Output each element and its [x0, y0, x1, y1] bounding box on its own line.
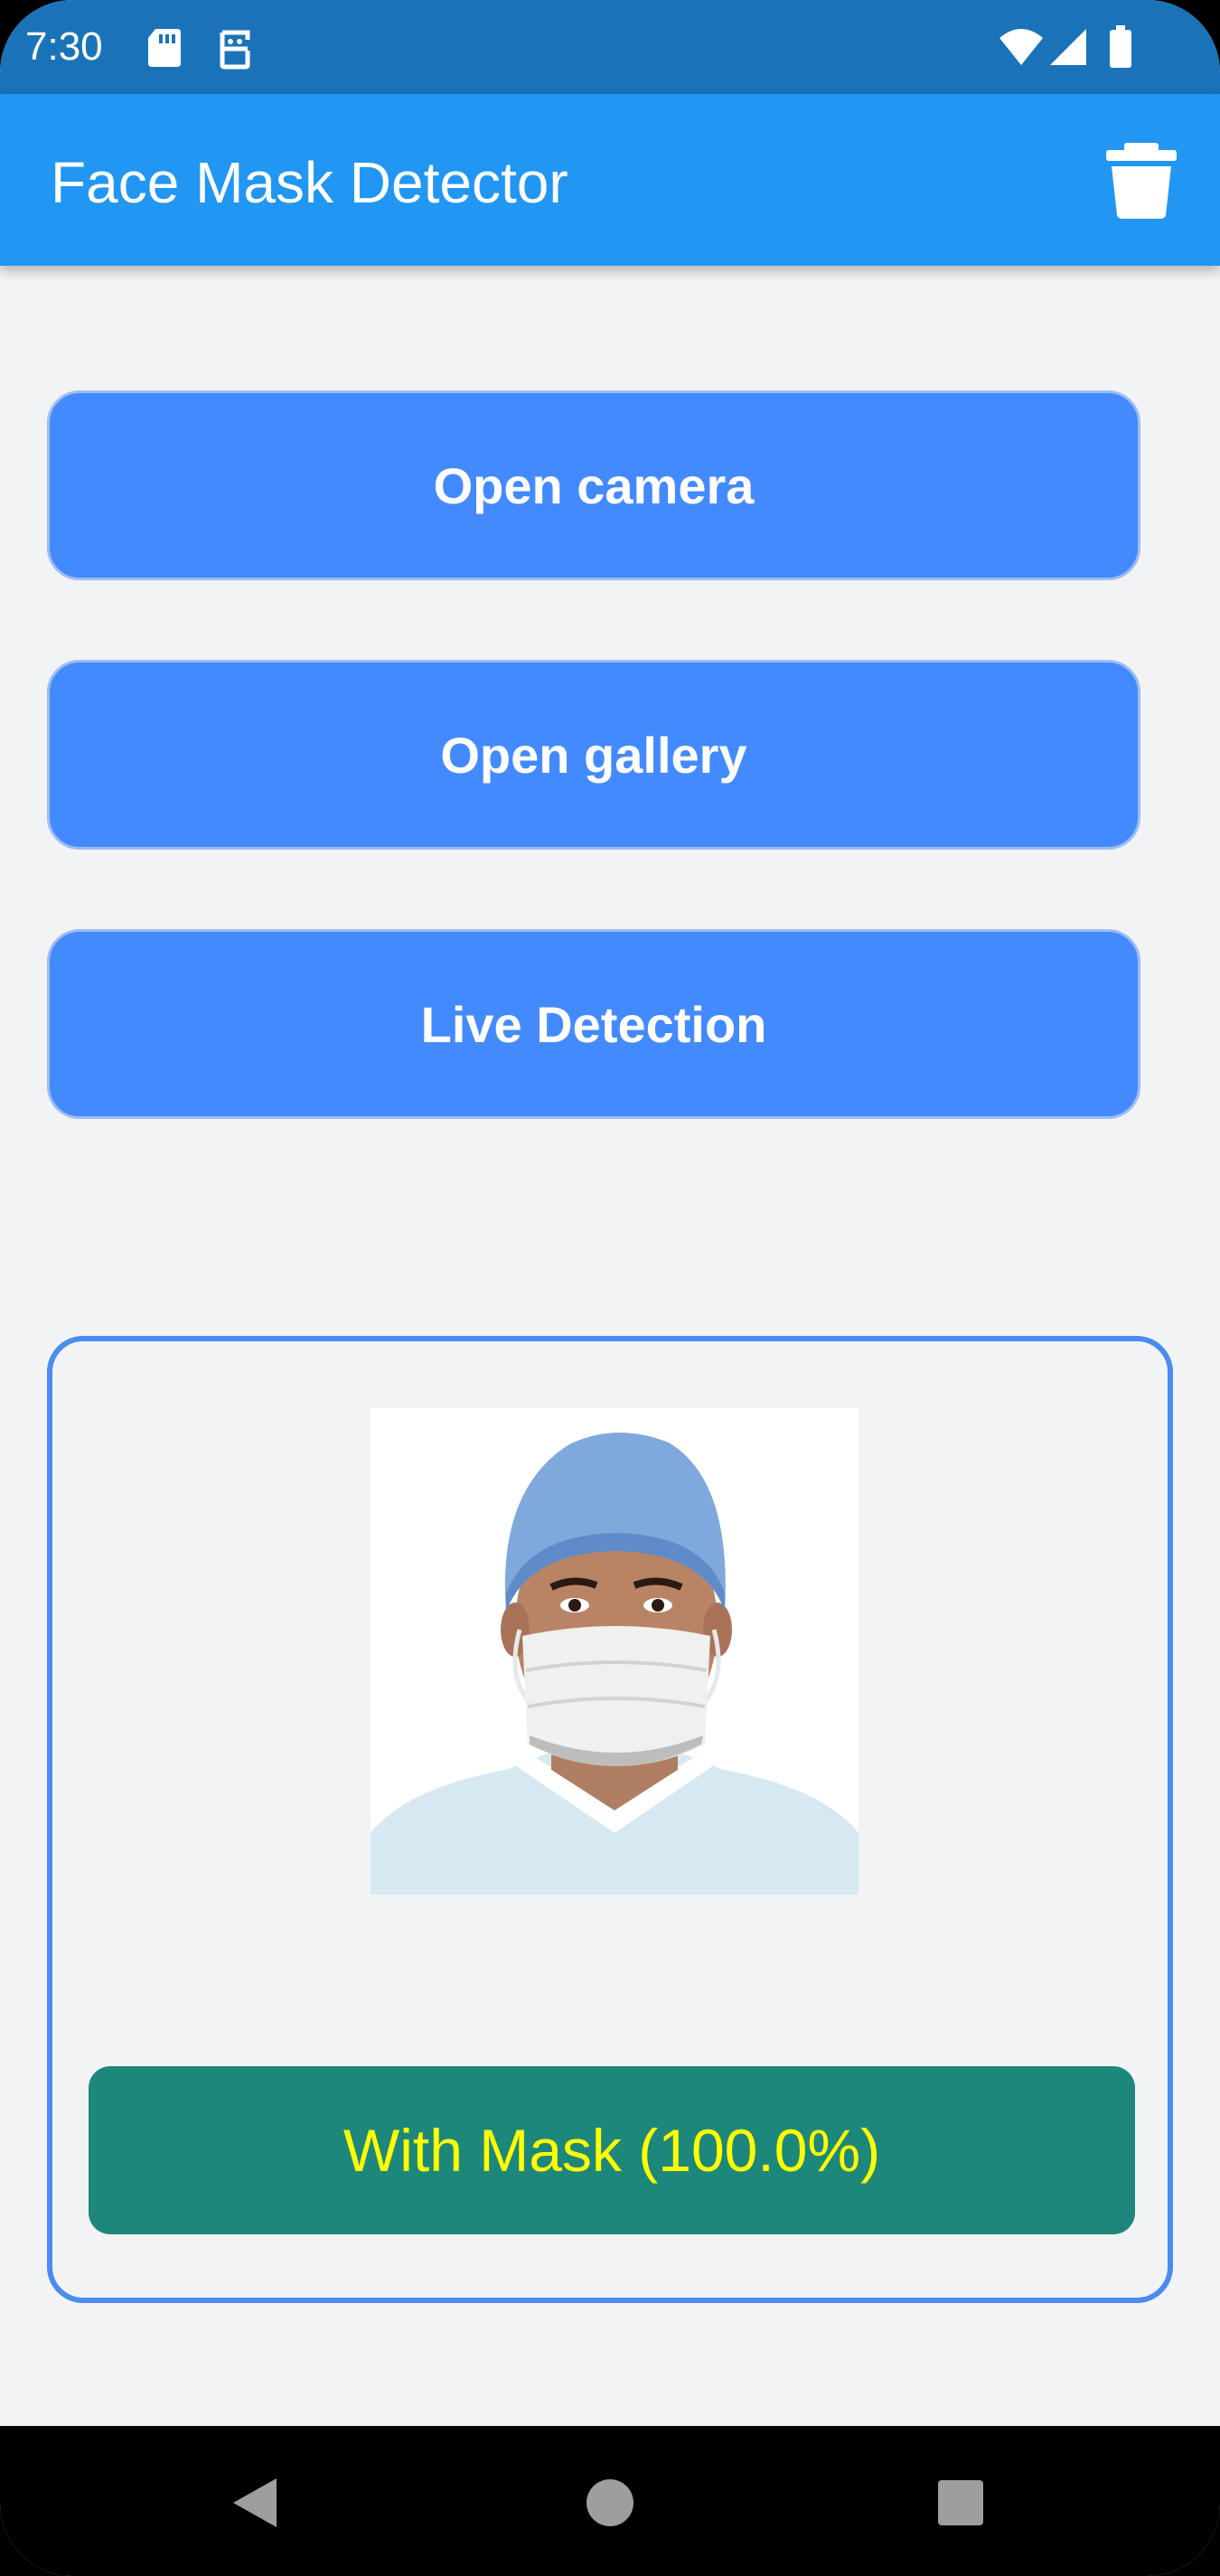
result-image [371, 1408, 859, 1894]
status-time: 7:30 [25, 24, 103, 69]
open-camera-button[interactable]: Open camera [47, 390, 1140, 580]
nav-bar [0, 2426, 1220, 2576]
home-icon [587, 2479, 633, 2526]
back-button[interactable] [213, 2462, 295, 2543]
back-icon [233, 2478, 277, 2527]
phone-screen: 7:30 Face Mask Detector Open camera Open… [0, 0, 1220, 2576]
signal-icon [1048, 27, 1088, 71]
recents-icon [938, 2480, 983, 2525]
result-card: With Mask (100.0%) [47, 1336, 1173, 2303]
app-bar: Face Mask Detector [0, 94, 1220, 266]
sim-icon [217, 27, 253, 75]
wifi-icon [998, 27, 1045, 71]
live-detection-button[interactable]: Live Detection [47, 929, 1140, 1119]
open-gallery-button[interactable]: Open gallery [47, 660, 1140, 850]
delete-button[interactable] [1101, 139, 1182, 221]
status-bar: 7:30 [0, 0, 1220, 94]
trash-icon [1106, 143, 1177, 219]
result-label: With Mask (100.0%) [89, 2066, 1135, 2234]
home-button[interactable] [569, 2462, 651, 2543]
sd-card-icon [146, 27, 183, 73]
app-title: Face Mask Detector [51, 150, 568, 215]
recents-button[interactable] [920, 2462, 1001, 2543]
battery-icon [1108, 25, 1133, 73]
